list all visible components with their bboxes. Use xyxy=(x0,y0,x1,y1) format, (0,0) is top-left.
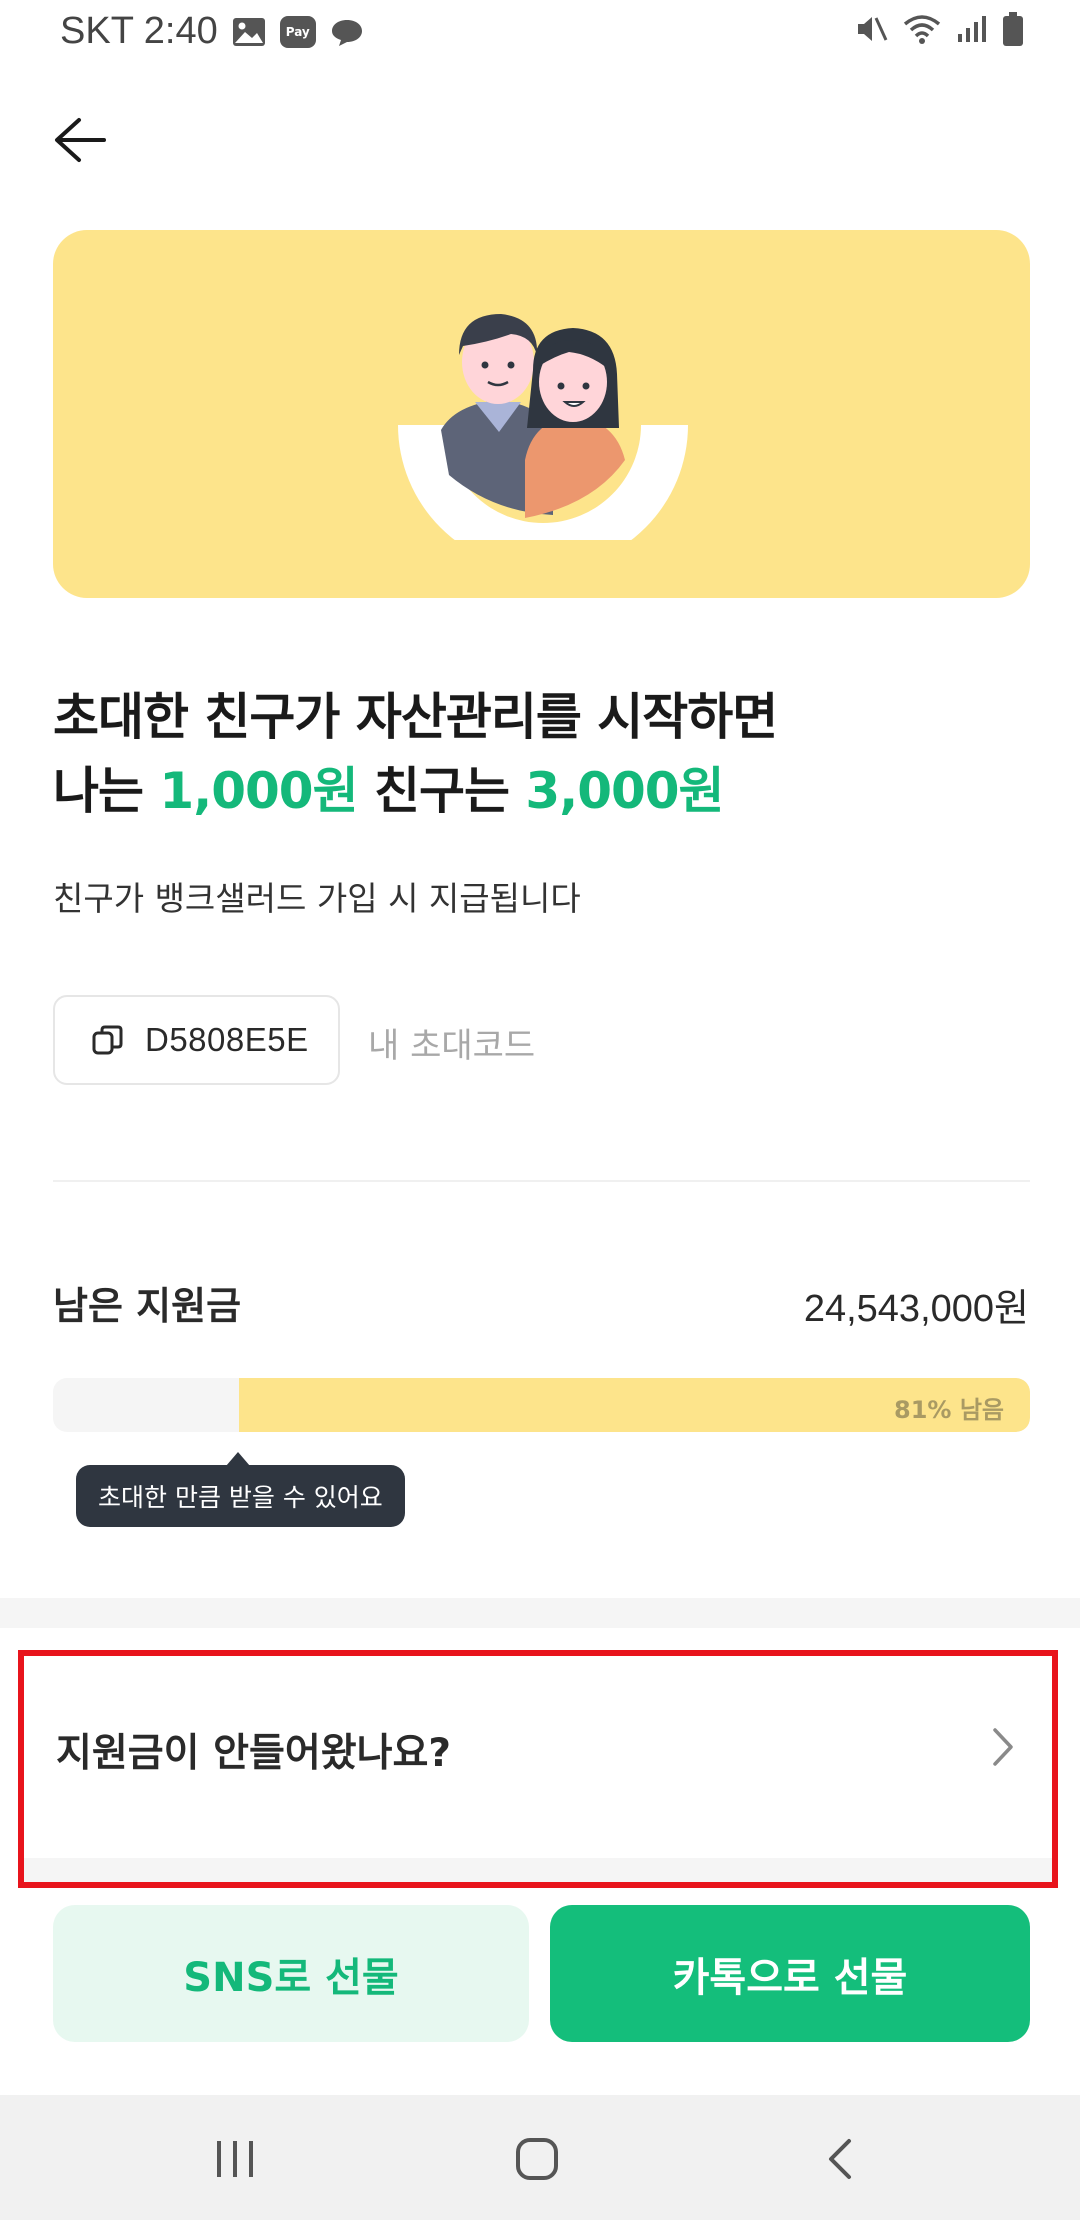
chat-icon xyxy=(330,17,364,47)
status-bar: SKT 2:40 Pay xyxy=(0,0,1080,64)
sns-gift-button[interactable]: SNS로 선물 xyxy=(53,1905,529,2042)
friend-reward-amount: 3,000원 xyxy=(525,762,724,820)
headline-line-2: 나는 1,000원 친구는 3,000원 xyxy=(53,754,1033,828)
progress-label: 81% 남음 xyxy=(894,1396,1004,1424)
back-nav-button[interactable] xyxy=(808,2127,872,2191)
reward-condition-text: 친구가 뱅크샐러드 가입 시 지급됩니다 xyxy=(53,879,581,918)
battery-icon xyxy=(1002,12,1024,46)
remaining-support-label: 남은 지원금 xyxy=(53,1284,242,1328)
tooltip: 초대한 만큼 받을 수 있어요 xyxy=(76,1465,405,1527)
my-reward-amount: 1,000원 xyxy=(159,762,358,820)
pay-icon: Pay xyxy=(279,15,316,48)
home-button[interactable] xyxy=(505,2127,569,2191)
headline: 초대한 친구가 자산관리를 시작하면 나는 1,000원 친구는 3,000원 xyxy=(53,680,1033,828)
wifi-icon xyxy=(902,13,942,45)
section-separator xyxy=(0,1598,1080,1628)
faq-missing-support-row[interactable]: 지원금이 안들어왔나요? xyxy=(18,1650,1058,1888)
recent-apps-button[interactable] xyxy=(203,2127,267,2191)
system-nav-bar xyxy=(0,2095,1080,2220)
mute-icon xyxy=(854,13,888,45)
copy-invite-code-button[interactable]: D5808E5E xyxy=(53,995,340,1085)
home-icon xyxy=(516,2138,558,2180)
back-nav-icon xyxy=(829,2139,851,2179)
headline-mid: 친구는 xyxy=(357,762,526,820)
kakao-gift-button[interactable]: 카톡으로 선물 xyxy=(550,1905,1030,2042)
arrow-left-icon xyxy=(55,118,106,162)
remaining-support-amount: 24,543,000원 xyxy=(803,1288,1029,1330)
divider xyxy=(53,1180,1030,1182)
chevron-right-icon xyxy=(990,1726,1016,1772)
hero-banner xyxy=(53,230,1030,598)
invite-code-label: 내 초대코드 xyxy=(368,1026,536,1066)
back-button[interactable] xyxy=(48,108,112,172)
headline-line-1: 초대한 친구가 자산관리를 시작하면 xyxy=(53,688,778,746)
headline-prefix: 나는 xyxy=(53,762,160,820)
section-separator-bottom xyxy=(24,1858,1052,1882)
signal-icon xyxy=(956,14,988,44)
invite-code: D5808E5E xyxy=(145,1021,309,1058)
friends-illustration xyxy=(398,314,688,540)
copy-icon xyxy=(92,1025,123,1055)
remaining-progress-bar: 81% 남음 xyxy=(53,1378,1030,1432)
tooltip-arrow xyxy=(226,1452,250,1466)
status-time: SKT 2:40 xyxy=(60,10,218,52)
recent-apps-icon xyxy=(217,2141,253,2177)
image-icon xyxy=(232,17,266,47)
faq-question: 지원금이 안들어왔나요? xyxy=(56,1731,452,1776)
